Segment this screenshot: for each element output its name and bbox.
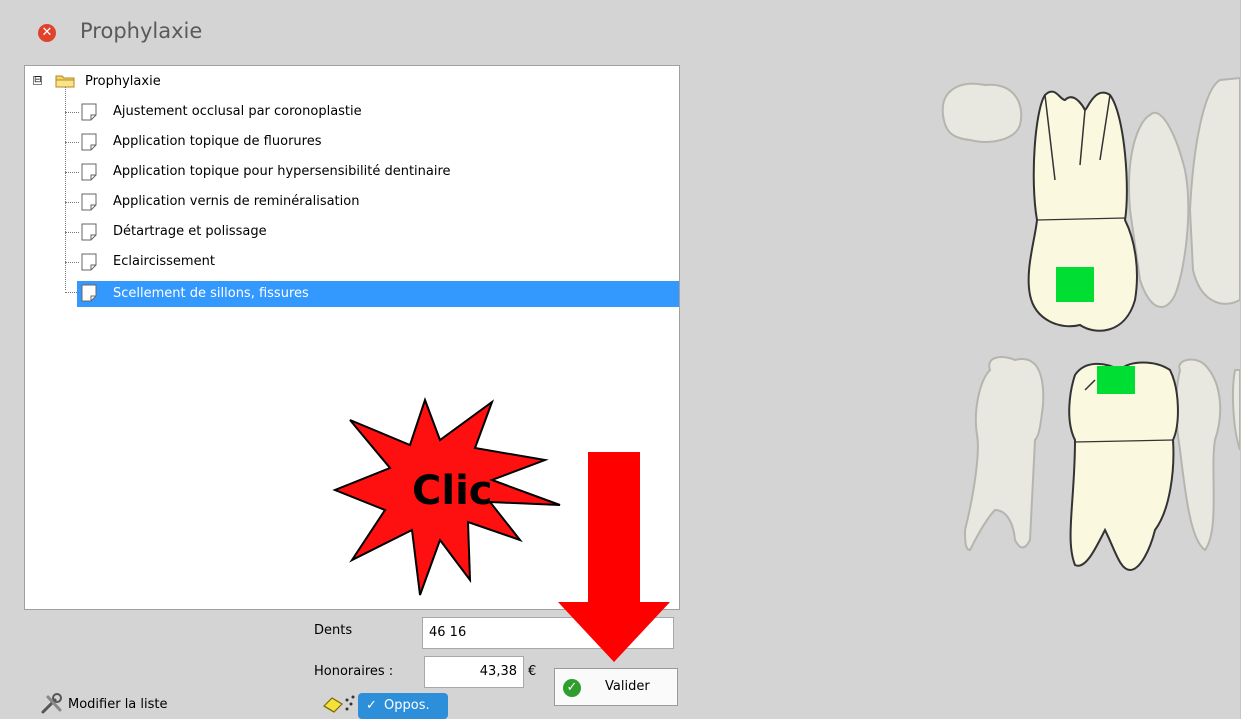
tree-branch — [65, 172, 79, 173]
red-arrow — [558, 452, 670, 662]
tree-branch — [65, 262, 79, 263]
ghost-tooth[interactable] — [1188, 76, 1240, 305]
collapse-toggle-icon[interactable]: ⊟ — [33, 76, 42, 85]
tree-branch — [65, 112, 79, 113]
tree-item[interactable]: Ajustement occlusal par coronoplastie — [113, 101, 362, 123]
oppos-label: Oppos. — [384, 698, 430, 713]
window-title: Prophylaxie — [80, 19, 203, 43]
tree-branch — [65, 292, 79, 293]
title-bar: ✕ Prophylaxie — [0, 0, 1240, 60]
folder-icon — [55, 75, 75, 88]
tooth-marker — [1097, 366, 1135, 394]
document-icon — [81, 193, 97, 211]
ghost-tooth[interactable] — [963, 356, 1045, 552]
modifier-la-liste-link[interactable]: Modifier la liste — [68, 697, 168, 712]
clic-annotation-text: Clic — [412, 468, 493, 514]
honoraires-field[interactable]: 43,38 — [424, 656, 524, 688]
document-icon — [81, 223, 97, 241]
dialog-window: ✕ Prophylaxie ⊟ Prophylaxie Ajustement o… — [0, 0, 1241, 719]
tree-item[interactable]: Application topique de fluorures — [113, 131, 321, 153]
tree-item-selected[interactable]: Scellement de sillons, fissures — [113, 283, 309, 305]
valider-label: Valider — [605, 679, 650, 694]
checkmark-icon: ✓ — [366, 698, 377, 713]
ghost-tooth[interactable] — [1175, 358, 1222, 552]
tree-item[interactable]: Détartrage et polissage — [113, 221, 267, 243]
dental-chart[interactable] — [935, 70, 1240, 590]
close-icon[interactable]: ✕ — [38, 24, 56, 42]
dots-icon[interactable] — [344, 694, 358, 714]
oppos-button[interactable]: ✓ Oppos. — [358, 693, 448, 719]
eraser-icon[interactable] — [322, 694, 344, 714]
tooth-marker — [1056, 267, 1094, 302]
document-icon — [81, 133, 97, 151]
tools-icon — [41, 693, 62, 714]
honoraires-label: Honoraires : — [314, 664, 394, 679]
tree-item[interactable]: Application topique pour hypersensibilit… — [113, 161, 451, 183]
tree-item[interactable]: Eclaircissement — [113, 251, 215, 273]
document-icon — [81, 103, 97, 121]
tree-item[interactable]: Application vernis de reminéralisation — [113, 191, 359, 213]
document-icon — [81, 284, 97, 302]
tree-connector — [65, 87, 66, 290]
checkmark-icon: ✓ — [563, 679, 581, 697]
tree-branch — [65, 142, 79, 143]
document-icon — [81, 163, 97, 181]
document-icon — [81, 253, 97, 271]
ghost-tooth[interactable] — [941, 82, 1023, 143]
tree-branch — [65, 232, 79, 233]
valider-button[interactable]: ✓ Valider — [554, 668, 678, 706]
dents-label: Dents — [314, 623, 353, 638]
currency-label: € — [528, 664, 537, 679]
tree-root-label[interactable]: Prophylaxie — [85, 71, 161, 93]
tree-branch — [65, 202, 79, 203]
